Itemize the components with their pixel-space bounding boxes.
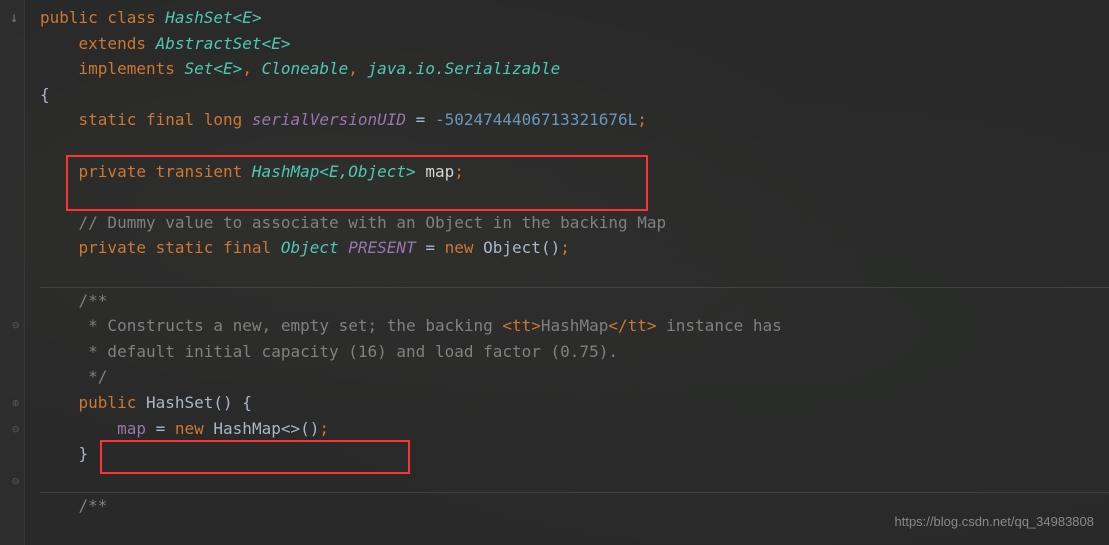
comment: /** xyxy=(79,291,108,310)
generic: <E,Object> xyxy=(319,162,415,181)
comment: * default initial capacity (16) and load… xyxy=(79,342,618,361)
editor-gutter: ↓ ⊖ ⊕ ⊖ ⊖ xyxy=(0,0,25,545)
code-line: // Dummy value to associate with an Obje… xyxy=(40,210,1109,236)
space xyxy=(339,238,349,257)
code-line: implements Set<E>, Cloneable, java.io.Se… xyxy=(40,56,1109,82)
code-line xyxy=(40,261,1109,287)
comment: /** xyxy=(79,496,108,515)
identifier: map xyxy=(416,162,455,181)
punct: ; xyxy=(319,419,329,438)
generic: <E> xyxy=(233,8,262,27)
generic: <> xyxy=(281,419,300,438)
generic: <E> xyxy=(262,34,291,53)
code-editor[interactable]: public class HashSet<E> extends Abstract… xyxy=(0,0,1109,519)
keyword: implements xyxy=(79,59,185,78)
fold-icon[interactable]: ⊖ xyxy=(12,316,19,335)
method-name: HashSet xyxy=(146,393,213,412)
field-name: serialVersionUID xyxy=(252,110,406,129)
keyword: class xyxy=(98,8,165,27)
type-name: AbstractSet xyxy=(156,34,262,53)
operator: = xyxy=(406,110,435,129)
arrow-down-icon: ↓ xyxy=(10,7,18,29)
type-name: java.io.Serializable xyxy=(368,59,561,78)
field-name: PRESENT xyxy=(348,238,415,257)
paren: () xyxy=(300,419,319,438)
code-line: } xyxy=(40,441,1109,467)
paren: () { xyxy=(213,393,252,412)
punct: , xyxy=(348,59,367,78)
brace: } xyxy=(79,444,89,463)
code-line: * default initial capacity (16) and load… xyxy=(40,339,1109,365)
type-name: HashMap xyxy=(252,162,319,181)
code-line: private static final Object PRESENT = ne… xyxy=(40,235,1109,261)
keyword: new xyxy=(445,238,484,257)
keyword: public xyxy=(40,8,98,27)
keyword: public xyxy=(79,393,146,412)
type-name: Set xyxy=(185,59,214,78)
tag: </tt> xyxy=(608,316,656,335)
punct: ; xyxy=(560,238,570,257)
code-line: map = new HashMap<>(); xyxy=(40,416,1109,442)
code-line: * Constructs a new, empty set; the backi… xyxy=(40,313,1109,339)
type-name: Object xyxy=(281,238,339,257)
punct: ; xyxy=(637,110,647,129)
number: -5024744406713321676L xyxy=(435,110,637,129)
code-line xyxy=(40,467,1109,493)
fold-icon[interactable]: ⊖ xyxy=(12,420,19,439)
keyword: private transient xyxy=(79,162,252,181)
code-line: */ xyxy=(40,364,1109,390)
keyword: private static final xyxy=(79,238,281,257)
keyword: new xyxy=(175,419,214,438)
comment: * Constructs a new, empty set; the backi… xyxy=(79,316,503,335)
fold-icon[interactable]: ⊕ xyxy=(12,394,19,413)
code-line: public HashSet() { xyxy=(40,390,1109,416)
code-line xyxy=(40,133,1109,159)
operator: = xyxy=(146,419,175,438)
type-name: HashSet xyxy=(165,8,232,27)
comment: HashMap xyxy=(541,316,608,335)
code-line xyxy=(40,184,1109,210)
watermark: https://blog.csdn.net/qq_34983808 xyxy=(895,512,1095,533)
comment: // Dummy value to associate with an Obje… xyxy=(79,213,667,232)
comment: */ xyxy=(79,367,108,386)
code-line: /** xyxy=(40,288,1109,314)
code-line: private transient HashMap<E,Object> map; xyxy=(40,159,1109,185)
code-line: public class HashSet<E> xyxy=(40,5,1109,31)
code-line: static final long serialVersionUID = -50… xyxy=(40,107,1109,133)
keyword: extends xyxy=(79,34,156,53)
type-name: HashMap xyxy=(213,419,280,438)
type-name: Cloneable xyxy=(262,59,349,78)
field-ref: map xyxy=(117,419,146,438)
operator: = xyxy=(416,238,445,257)
generic: <E> xyxy=(213,59,242,78)
type-name: Object xyxy=(483,238,541,257)
tag: <tt> xyxy=(502,316,541,335)
punct: ; xyxy=(454,162,464,181)
fold-icon[interactable]: ⊖ xyxy=(12,472,19,491)
comment: instance has xyxy=(657,316,782,335)
punct: , xyxy=(242,59,261,78)
paren: () xyxy=(541,238,560,257)
brace: { xyxy=(40,85,50,104)
code-line: extends AbstractSet<E> xyxy=(40,31,1109,57)
code-line: { xyxy=(40,82,1109,108)
keyword: static final long xyxy=(79,110,252,129)
